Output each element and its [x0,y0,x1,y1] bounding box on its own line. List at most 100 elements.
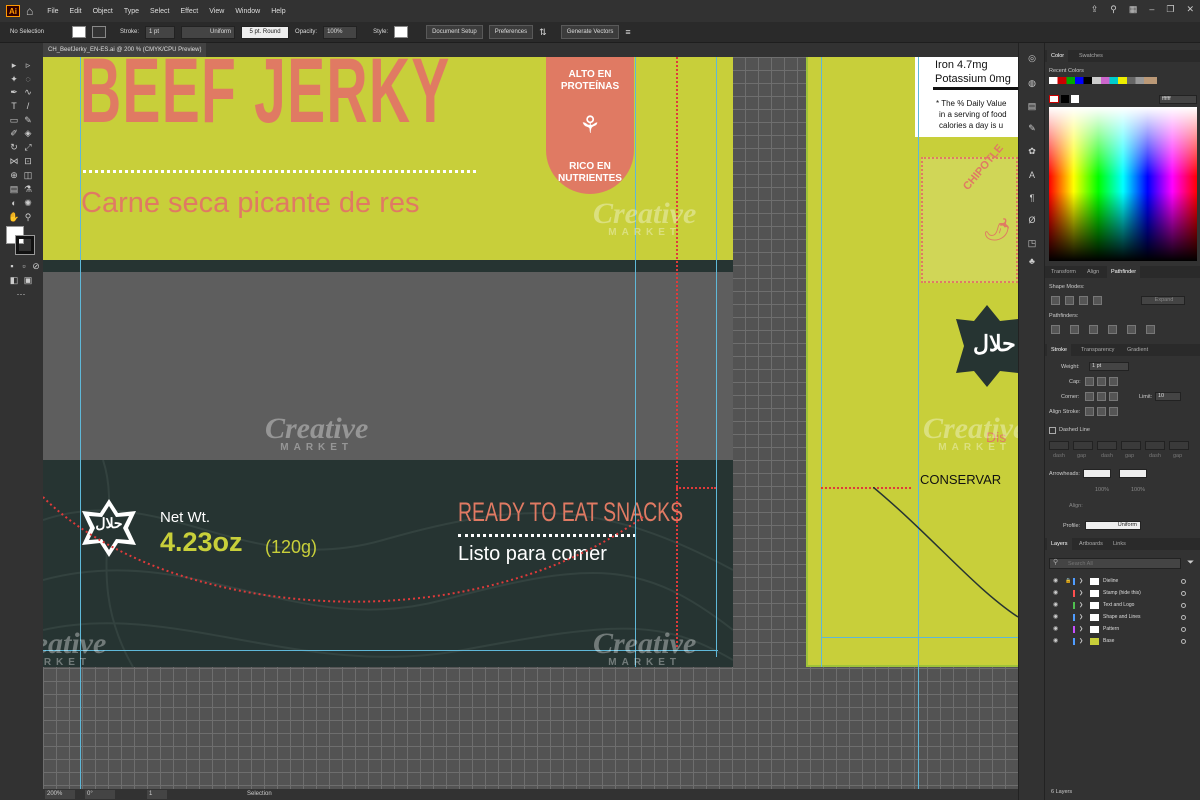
bevel-join-icon[interactable] [1109,392,1118,401]
stroke-weight-field[interactable]: 1 pt [145,25,176,39]
limit-field[interactable]: 10 [1155,392,1181,401]
close-icon[interactable]: ✕ [1186,4,1194,15]
menu-select[interactable]: Select [150,8,169,15]
free-transform-icon[interactable]: ⊡ [22,156,34,167]
stroke-swatch[interactable] [92,26,107,38]
paintbrush-icon[interactable]: ✎ [22,115,34,126]
tab-stroke[interactable]: Stroke [1047,344,1071,356]
square-cap-icon[interactable] [1109,377,1118,386]
outline-icon[interactable] [1127,325,1136,334]
workspace-icon[interactable]: ▦ [1129,4,1138,15]
type-tool-icon[interactable]: T [8,101,20,112]
eraser-icon[interactable]: ◈ [22,128,34,139]
menu-help[interactable]: Help [271,8,285,15]
gradient-mode-icon[interactable]: ▫ [18,261,30,272]
target-icon[interactable] [1181,627,1186,632]
menu-object[interactable]: Object [93,8,113,15]
color-mode-icon[interactable]: ▪ [6,261,18,272]
menu-effect[interactable]: Effect [180,8,198,15]
swatches-icon[interactable]: ▤ [1026,101,1038,112]
curvature-icon[interactable]: ∿ [22,87,34,98]
layer-row[interactable]: ◉ ❯ Stamp (hide this) [1045,588,1200,599]
artboard-field[interactable]: 1 [147,790,167,799]
hex-field[interactable]: ffffff [1159,95,1197,104]
shaper-icon[interactable]: ✐ [8,128,20,139]
filter-icon[interactable]: ⏷ [1187,557,1194,568]
target-icon[interactable] [1181,615,1186,620]
restore-icon[interactable]: ❐ [1166,4,1174,15]
expand-arrow-icon[interactable]: ❯ [1079,624,1083,635]
width-tool-icon[interactable]: ⋈ [8,156,20,167]
layer-row[interactable]: ◉ ❯ Pattern [1045,624,1200,635]
visibility-eye-icon[interactable]: ◉ [1053,624,1058,635]
tab-links[interactable]: Links [1109,538,1130,550]
share-icon[interactable]: ⇪ [1091,4,1099,15]
menu-type[interactable]: Type [124,8,139,15]
tab-artboards[interactable]: Artboards [1075,538,1107,550]
expand-arrow-icon[interactable]: ❯ [1079,600,1083,611]
weight-field[interactable]: 1 pt [1089,362,1129,371]
lasso-icon[interactable]: ◌ [22,74,34,85]
color-spectrum[interactable] [1049,107,1197,261]
visibility-eye-icon[interactable]: ◉ [1053,576,1058,587]
dashed-line-checkbox[interactable] [1049,427,1056,434]
tab-align[interactable]: Align [1083,266,1103,278]
layer-name[interactable]: Pattern [1103,624,1119,635]
gap-field-3[interactable] [1169,441,1189,450]
style-swatch[interactable] [394,26,409,38]
unite-icon[interactable] [1051,296,1060,305]
appearance-icon[interactable]: ♣ [1026,256,1038,267]
visibility-eye-icon[interactable]: ◉ [1053,612,1058,623]
crop-icon[interactable] [1108,325,1117,334]
zoom-tool-icon[interactable]: ⚲ [22,212,34,223]
rotate-icon[interactable]: ↻ [8,142,20,153]
rectangle-tool-icon[interactable]: ▭ [8,115,20,126]
miter-join-icon[interactable] [1085,392,1094,401]
layer-name[interactable]: Text and Logo [1103,600,1134,611]
layers-search-input[interactable] [1049,558,1181,569]
target-icon[interactable] [1181,579,1186,584]
align-outside-icon[interactable] [1109,407,1118,416]
target-icon[interactable] [1181,603,1186,608]
preferences-button[interactable]: Preferences [488,25,534,39]
brush-select[interactable]: 5 pt. Round [241,25,290,39]
selection-tool-icon[interactable]: ▸ [8,60,20,71]
menu-file[interactable]: File [47,8,58,15]
dash-field-2[interactable] [1097,441,1117,450]
menu-view[interactable]: View [209,8,224,15]
document-setup-button[interactable]: Document Setup [426,25,483,39]
minimize-icon[interactable]: – [1149,4,1154,15]
butt-cap-icon[interactable] [1085,377,1094,386]
fill-none-icon[interactable] [1049,95,1059,103]
round-cap-icon[interactable] [1097,377,1106,386]
screen-mode-icon[interactable]: ▣ [22,275,34,286]
arrow-scale-start[interactable]: 100% [1095,487,1109,493]
direct-selection-tool-icon[interactable]: ▹ [22,60,34,71]
visibility-eye-icon[interactable]: ◉ [1053,588,1058,599]
opacity-field[interactable]: 100% [323,25,358,39]
tab-transparency[interactable]: Transparency [1077,344,1118,356]
symbols-icon[interactable]: ✿ [1026,146,1038,157]
blend-tool-icon[interactable]: ◐ [8,198,20,209]
lock-icon[interactable]: 🔒 [1065,576,1071,587]
arrow-scale-end[interactable]: 100% [1131,487,1145,493]
arrange-icon[interactable]: ⇅ [539,27,547,38]
edit-toolbar-icon[interactable]: ⋯ [15,289,27,300]
minus-front-icon[interactable] [1065,296,1074,305]
tab-gradient[interactable]: Gradient [1123,344,1152,356]
fill-swatch[interactable] [72,26,87,38]
libraries-icon[interactable]: ◍ [1026,78,1038,89]
glyphs-icon[interactable]: Ø [1026,215,1038,226]
paragraph-icon[interactable]: ¶ [1026,193,1038,204]
tab-color[interactable]: Color [1047,50,1069,62]
gap-field-1[interactable] [1073,441,1093,450]
expand-button[interactable]: Expand [1141,296,1185,305]
intersect-icon[interactable] [1079,296,1088,305]
recent-color-swatches[interactable] [1049,77,1157,84]
gradient-tool-icon[interactable]: ▤ [8,184,20,195]
trim-icon[interactable] [1070,325,1079,334]
tab-swatches[interactable]: Swatches [1075,50,1107,62]
layer-name[interactable]: Stamp (hide this) [1103,588,1141,599]
menu-edit[interactable]: Edit [70,8,82,15]
layer-name[interactable]: Dieline [1103,576,1118,587]
